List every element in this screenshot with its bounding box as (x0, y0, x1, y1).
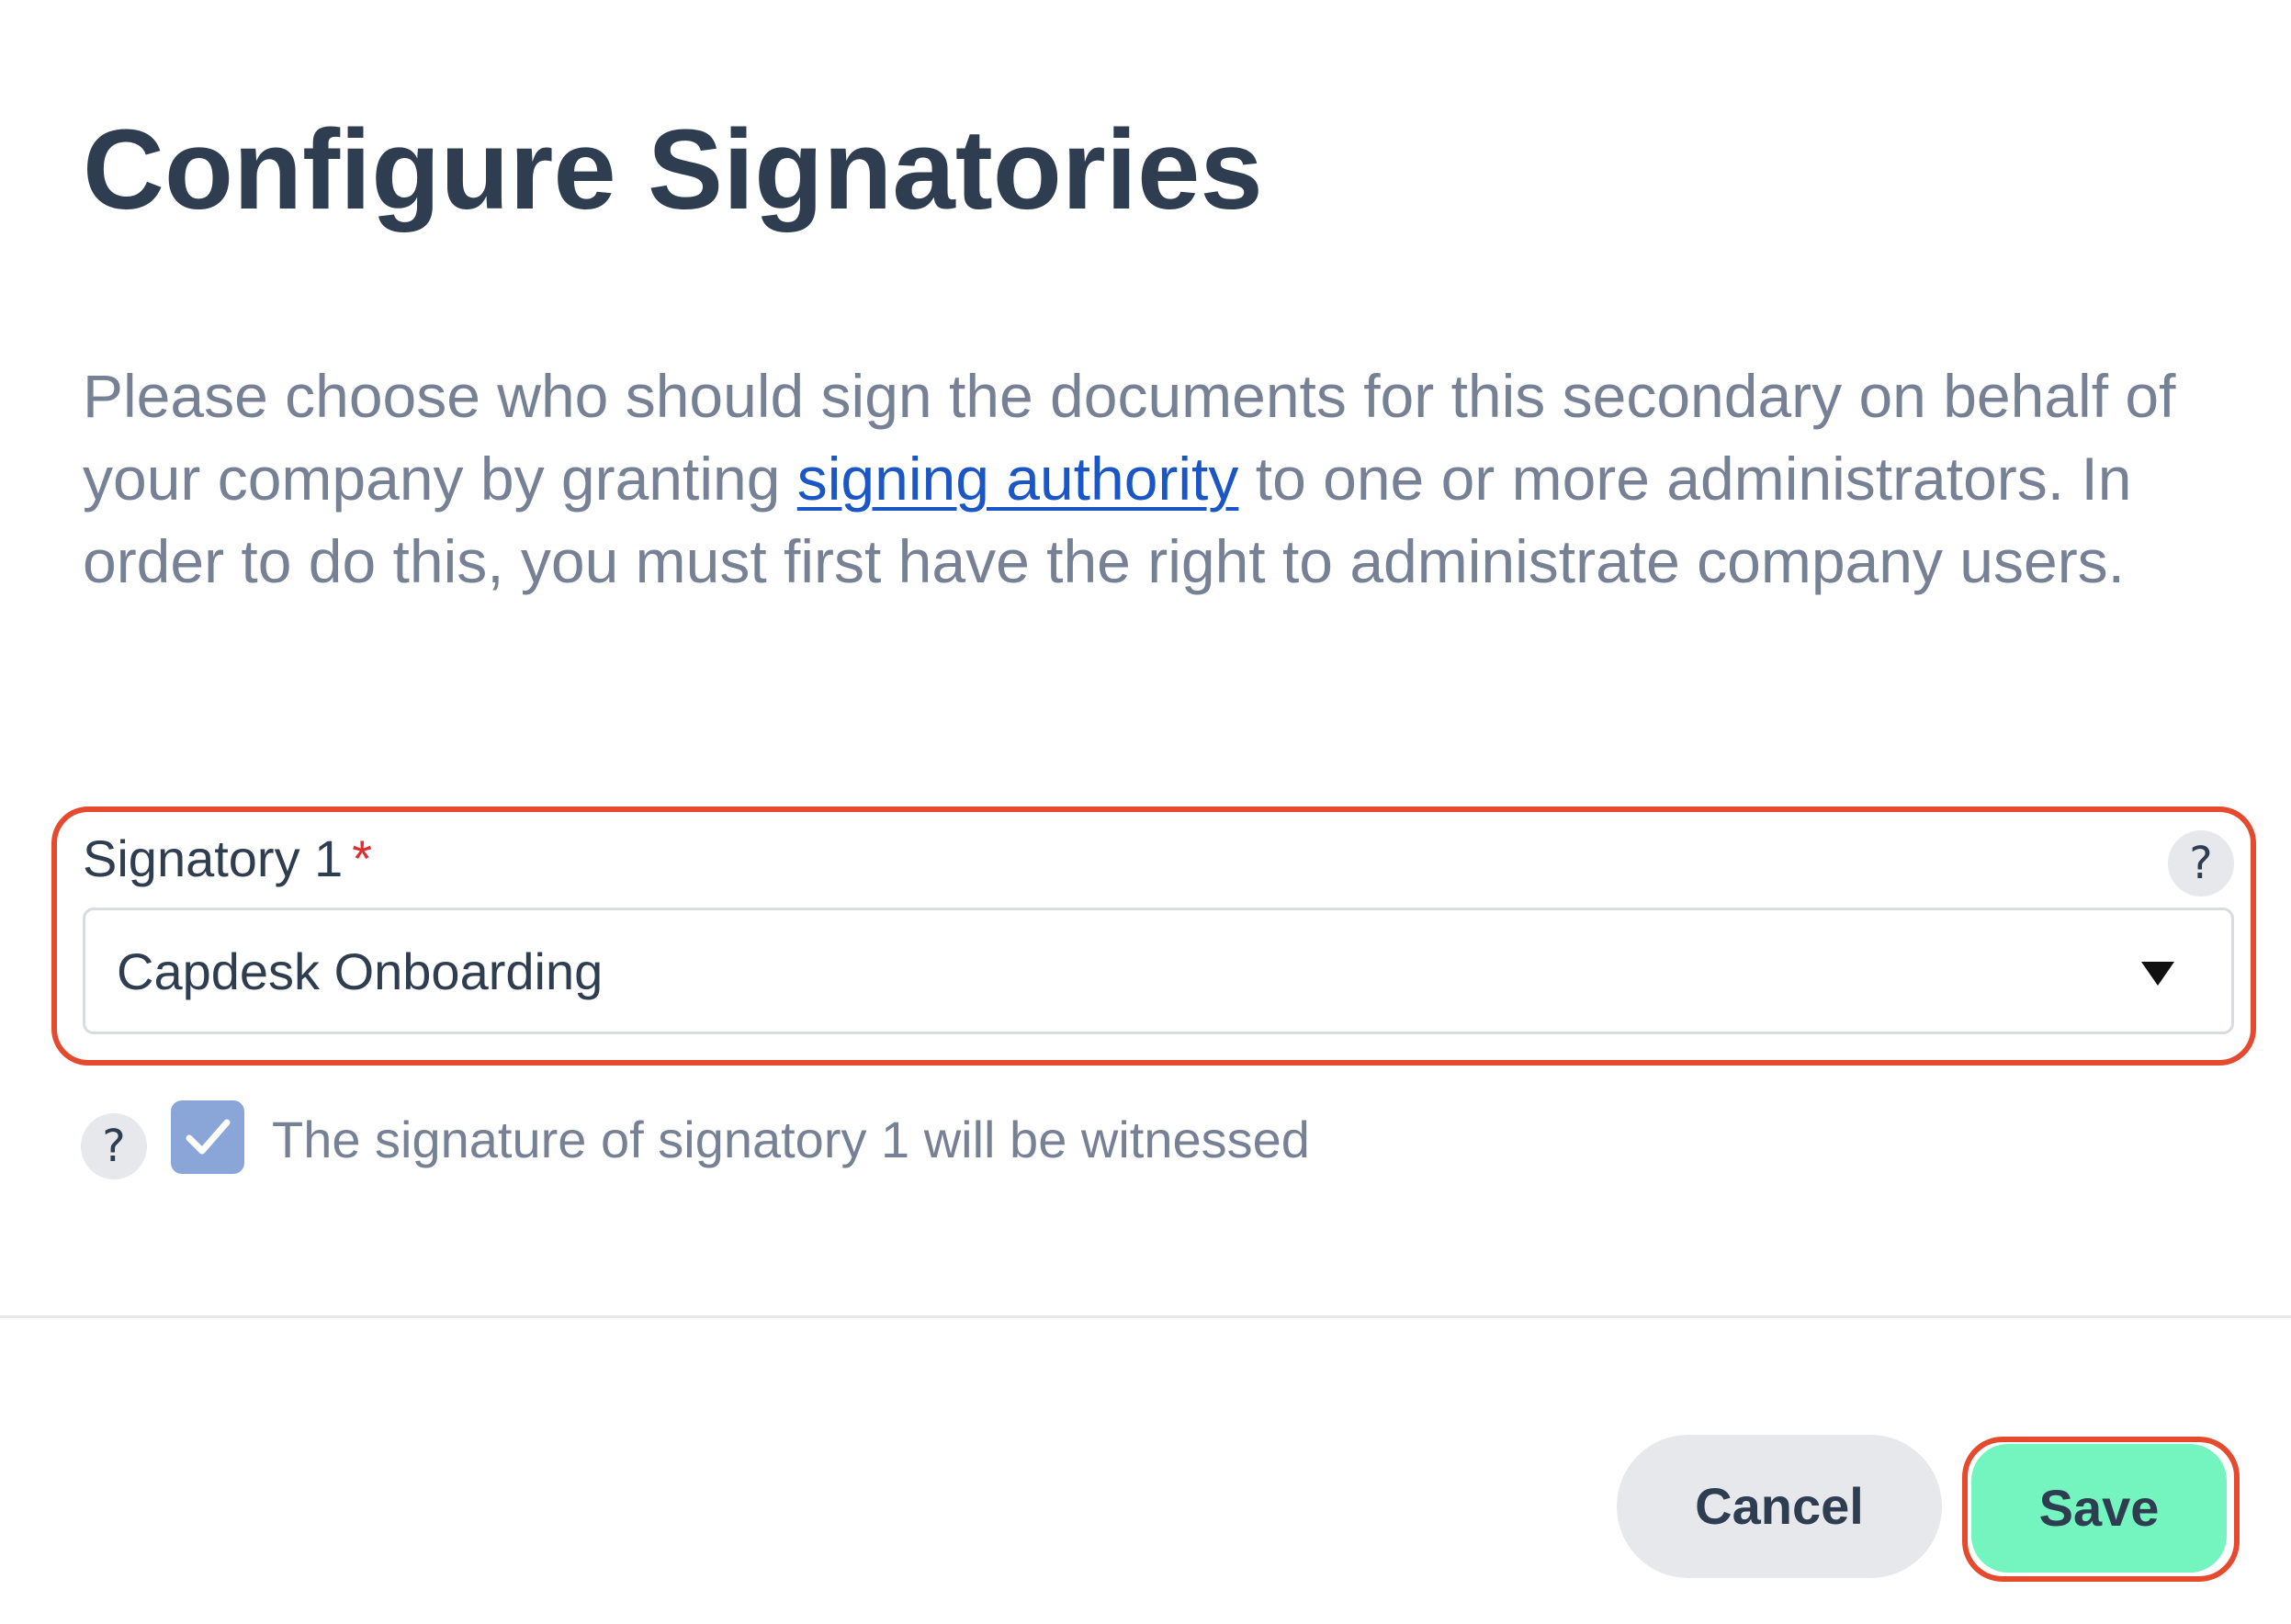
dropdown-arrow-icon (2141, 962, 2174, 986)
dialog-title: Configure Signatories (83, 107, 1263, 233)
configure-signatories-dialog: Configure Signatories Please choose who … (0, 0, 2291, 1624)
save-button-highlight (1962, 1437, 2240, 1582)
signatory-selected-value: Capdesk Onboarding (117, 942, 604, 1000)
signing-authority-link[interactable]: signing authority (797, 445, 1239, 513)
signatory-label-text: Signatory 1 (83, 829, 344, 887)
witness-help-icon[interactable]: ? (81, 1113, 147, 1179)
dialog-description: Please choose who should sign the docume… (83, 355, 2232, 603)
required-marker: * (352, 829, 373, 887)
footer-divider (0, 1315, 2291, 1318)
witness-checkbox[interactable] (171, 1100, 244, 1174)
signatory-help-icon[interactable]: ? (2168, 830, 2234, 897)
signatory-field-label: Signatory 1 * (83, 827, 372, 891)
signatory-select[interactable]: Capdesk Onboarding (83, 908, 2234, 1034)
witness-checkbox-label: The signature of signatory 1 will be wit… (272, 1111, 1310, 1168)
cancel-button[interactable]: Cancel (1617, 1435, 1942, 1578)
checkmark-icon (186, 1119, 231, 1155)
